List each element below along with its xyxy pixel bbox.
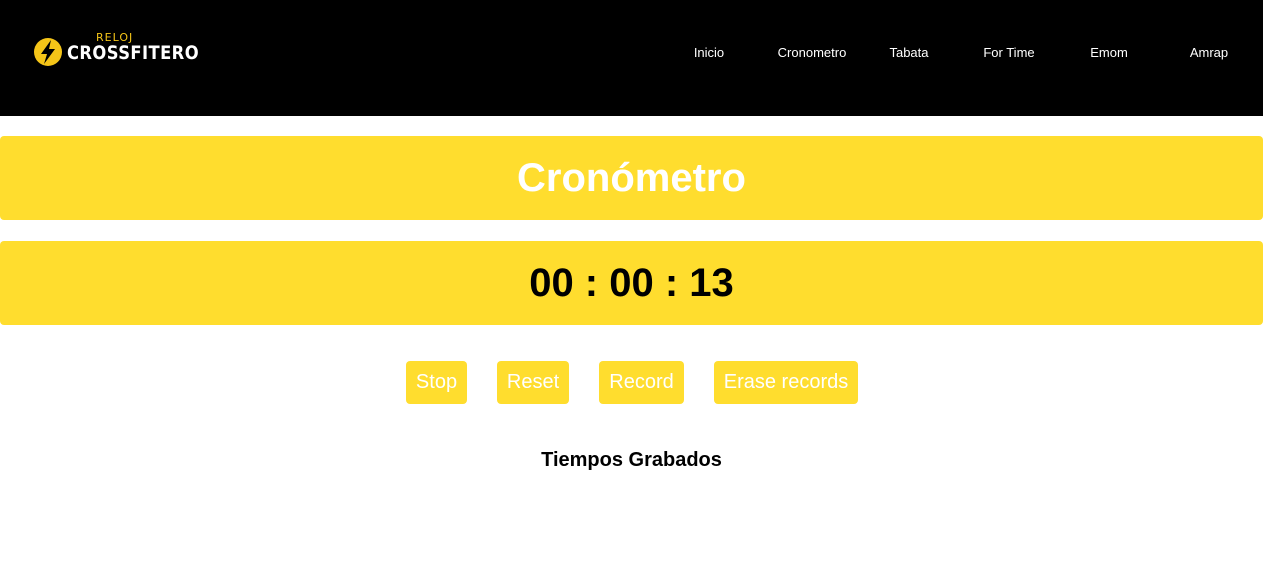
stop-button[interactable]: Stop: [406, 361, 467, 404]
reset-button[interactable]: Reset: [497, 361, 569, 404]
brand-logo[interactable]: RELOJ CROSSFITERO: [33, 30, 199, 74]
record-button[interactable]: Record: [599, 361, 684, 404]
nav-item-emom[interactable]: Emom: [1059, 45, 1159, 61]
erase-records-button[interactable]: Erase records: [714, 361, 858, 404]
brand-name: CROSSFITERO: [67, 42, 200, 64]
timer-display: 00 : 00 : 13: [529, 260, 734, 305]
nav-item-inicio[interactable]: Inicio: [659, 45, 759, 61]
nav-item-for-time[interactable]: For Time: [959, 45, 1059, 61]
top-navbar: RELOJ CROSSFITERO Inicio Cronometro Taba…: [0, 0, 1263, 116]
recorded-times-heading: Tiempos Grabados: [541, 449, 722, 471]
page-title: Cronómetro: [517, 155, 746, 200]
nav-item-amrap[interactable]: Amrap: [1159, 45, 1259, 61]
title-banner: Cronómetro: [0, 136, 1263, 220]
nav-item-cronometro[interactable]: Cronometro: [762, 45, 862, 61]
timer-panel: 00 : 00 : 13: [0, 241, 1263, 325]
nav-item-tabata[interactable]: Tabata: [859, 45, 959, 61]
lightning-bolt-icon: [34, 38, 62, 66]
